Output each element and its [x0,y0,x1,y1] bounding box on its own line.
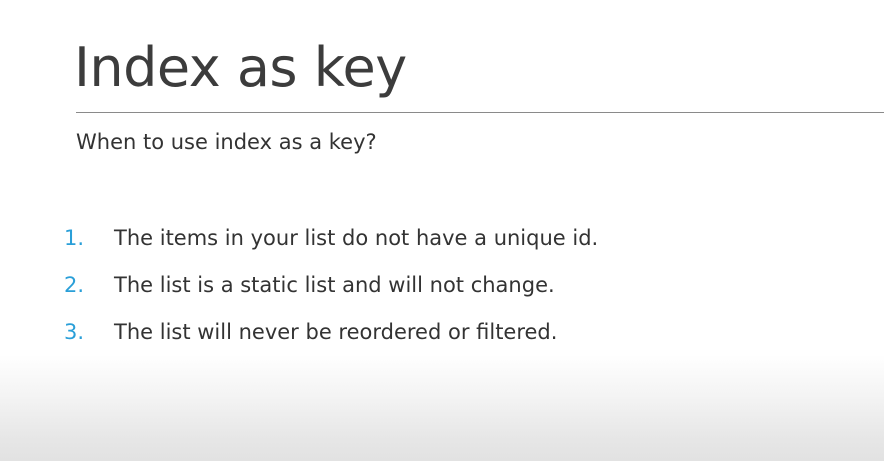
list-item-number: 3. [64,320,85,344]
slide-subtitle: When to use index as a key? [76,130,377,154]
list-item-text: The items in your list do not have a uni… [114,226,599,250]
list-item-number: 1. [64,226,85,250]
title-divider [76,112,884,113]
list-item: 3. The list will never be reordered or f… [64,316,598,363]
numbered-list: 1. The items in your list do not have a … [64,222,598,363]
list-item: 1. The items in your list do not have a … [64,222,598,269]
list-item-text: The list is a static list and will not c… [114,273,555,297]
slide-title: Index as key [74,36,407,99]
list-item-number: 2. [64,273,85,297]
presentation-slide: Index as key When to use index as a key?… [0,0,884,461]
list-item-text: The list will never be reordered or filt… [114,320,558,344]
list-item: 2. The list is a static list and will no… [64,269,598,316]
